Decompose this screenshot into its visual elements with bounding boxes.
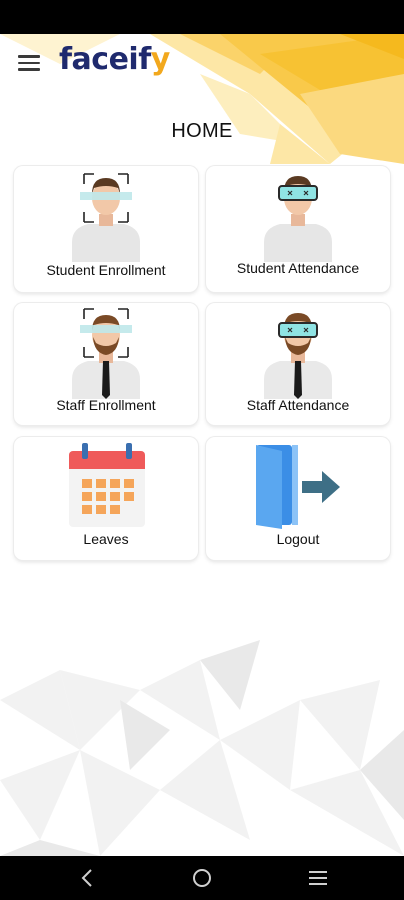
staff-enrollment-tile[interactable]: Staff Enrollment: [14, 303, 198, 425]
menu-icon-bar: [18, 55, 40, 58]
logout-tile[interactable]: Logout: [206, 437, 390, 560]
tile-label: Staff Attendance: [246, 397, 350, 413]
recent-apps-icon[interactable]: [298, 864, 338, 892]
navigation-bar: [0, 856, 404, 900]
menu-icon-bar: [18, 61, 40, 64]
student-attendance-tile[interactable]: Student Attendance: [206, 166, 390, 292]
app-logo: faceif y: [59, 42, 170, 82]
menu-button[interactable]: [16, 52, 42, 74]
page-title: HOME: [171, 120, 233, 142]
staff-attendance-tile[interactable]: Staff Attendance: [206, 303, 390, 425]
tile-label: Logout: [276, 531, 320, 547]
student-enrollment-tile[interactable]: Student Enrollment: [14, 166, 198, 292]
bottom-background: [0, 640, 404, 856]
logo-text-tail: y: [150, 42, 171, 77]
tile-label: Student Attendance: [236, 260, 360, 276]
tile-label: Leaves: [83, 531, 129, 547]
back-icon[interactable]: [67, 864, 107, 892]
calendar-icon: [69, 443, 145, 527]
status-bar: [0, 0, 404, 34]
tile-label: Student Enrollment: [46, 262, 166, 278]
student-enrollment-icon: [72, 173, 140, 262]
staff-attendance-icon: [264, 313, 332, 399]
logo-text: faceif: [59, 42, 151, 77]
menu-icon-bar: [18, 68, 40, 71]
student-attendance-icon: [264, 176, 332, 262]
home-circle-icon[interactable]: [182, 864, 222, 892]
staff-enrollment-icon: [72, 308, 140, 399]
leaves-tile[interactable]: Leaves: [14, 437, 198, 560]
logout-door-icon: [256, 445, 340, 529]
tile-label: Staff Enrollment: [56, 397, 156, 413]
